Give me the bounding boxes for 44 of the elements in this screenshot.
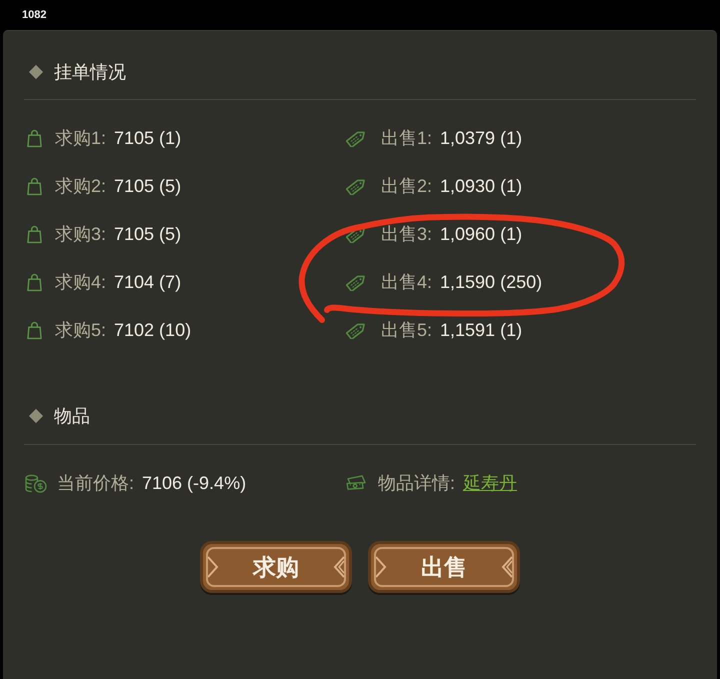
- order-label: 求购1:: [55, 126, 106, 150]
- chevron-icon: [501, 555, 513, 579]
- order-label: 求购2:: [55, 174, 106, 198]
- order-value: 1,1591 (1): [440, 318, 522, 342]
- price-tag-icon: [346, 129, 368, 147]
- shopping-bag-icon: [27, 320, 42, 340]
- price-tag-icon: [346, 321, 368, 339]
- order-value: 1,0960 (1): [440, 222, 522, 246]
- order-label: 求购4:: [55, 270, 106, 294]
- shopping-bag-icon: [27, 176, 42, 196]
- order-label: 出售4:: [381, 270, 432, 294]
- banknotes-icon: [345, 474, 368, 492]
- order-value: 1,0379 (1): [440, 126, 522, 150]
- price-label: 当前价格:: [57, 472, 134, 494]
- chevron-icon: [333, 555, 345, 579]
- order-label: 求购5:: [55, 318, 106, 342]
- order-label: 出售3:: [381, 222, 432, 246]
- order-value: 7102 (10): [114, 318, 192, 342]
- order-value: 1,0930 (1): [440, 174, 522, 198]
- shopping-bag-icon: [27, 224, 42, 244]
- order-value: 7105 (5): [114, 222, 182, 246]
- price-tag-icon: [346, 177, 368, 195]
- status-text: 1082: [22, 8, 46, 23]
- chevron-icon: [375, 555, 387, 579]
- price-tag-icon: [346, 273, 368, 291]
- order-label: 出售1:: [381, 126, 432, 150]
- game-button[interactable]: 求购: [200, 541, 352, 593]
- shopping-bag-icon: [27, 272, 42, 292]
- order-label: 求购3:: [55, 222, 106, 246]
- order-value: 7104 (7): [114, 270, 182, 294]
- price-value: 7106 (-9.4%): [142, 472, 246, 495]
- chevron-icon: [207, 555, 219, 579]
- item-link[interactable]: 延寿丹: [463, 470, 518, 496]
- order-value: 7105 (5): [114, 174, 182, 198]
- section-title: 物品: [54, 404, 90, 428]
- order-value: 1,1590 (250): [440, 270, 542, 294]
- order-label: 出售2:: [381, 174, 432, 198]
- order-value: 7105 (1): [114, 126, 182, 150]
- shopping-bag-icon: [27, 128, 42, 148]
- coins-icon: [24, 474, 47, 492]
- game-button[interactable]: 出售: [368, 541, 520, 593]
- section-title: 挂单情况: [54, 60, 126, 84]
- details-label: 物品详情:: [378, 472, 456, 494]
- order-label: 出售5:: [381, 318, 432, 342]
